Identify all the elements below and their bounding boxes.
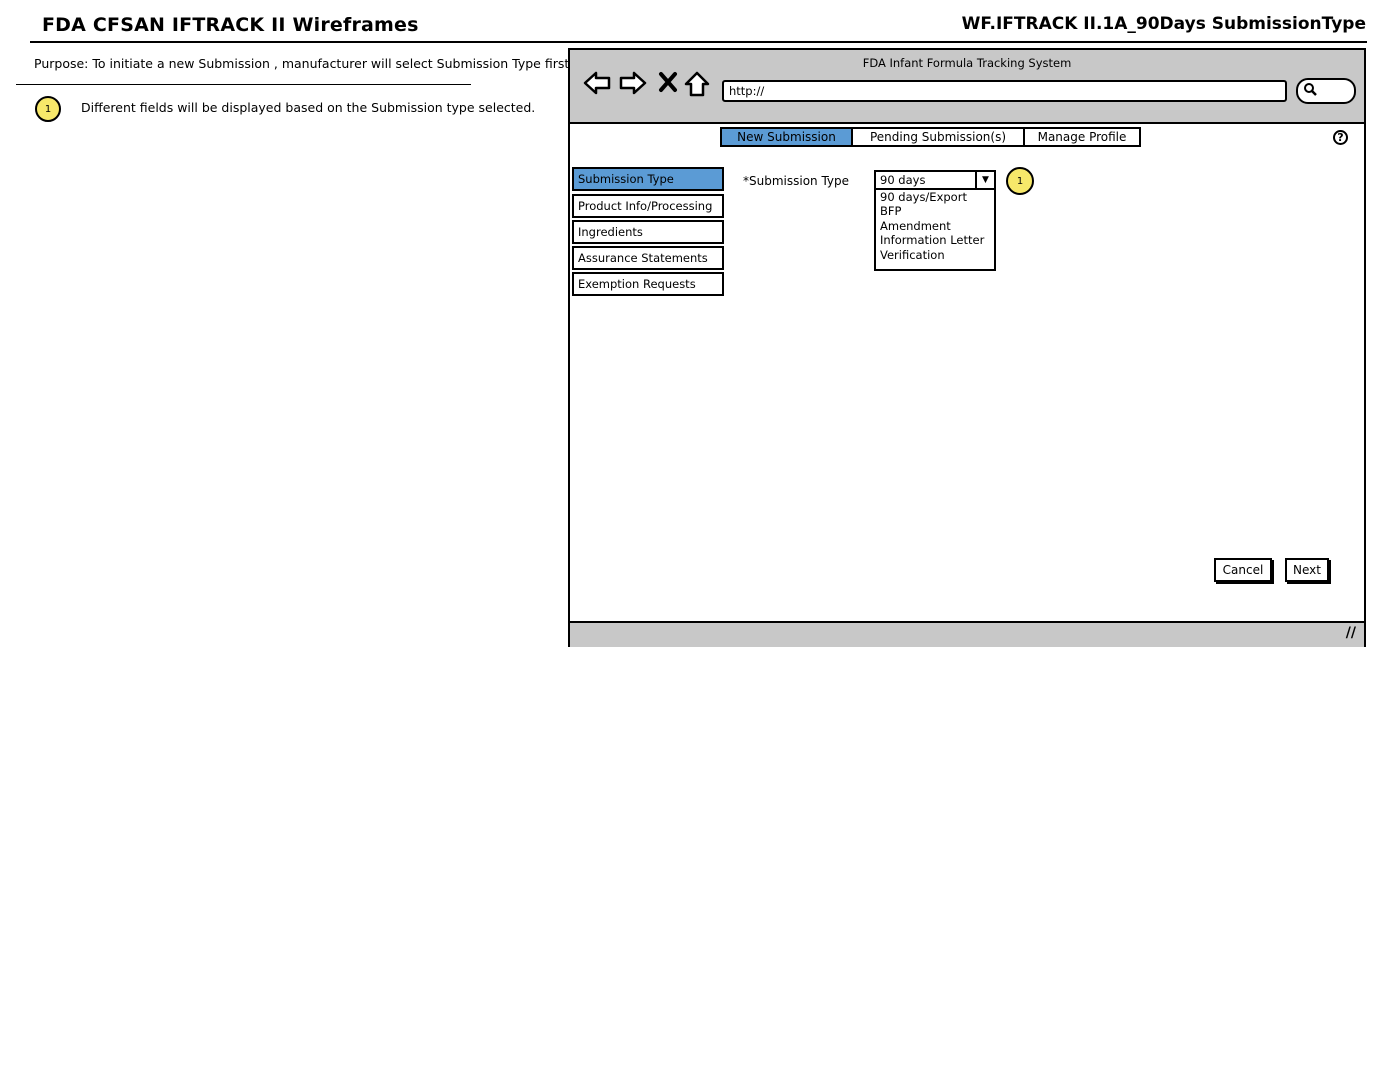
sidebar-item-product-info[interactable]: Product Info/Processing [572, 194, 724, 218]
search-icon [1303, 82, 1317, 99]
note-text: Different fields will be displayed based… [81, 100, 536, 115]
purpose-text: Purpose: To initiate a new Submission , … [34, 56, 570, 71]
selected-value: 90 days [880, 173, 926, 187]
browser-chrome: FDA Infant Formula Tracking System http:… [570, 50, 1364, 124]
document-id: WF.IFTRACK II.1A_90Days SubmissionType [961, 14, 1366, 34]
search-input[interactable] [1296, 78, 1356, 104]
option-90-days-export[interactable]: 90 days/Export [876, 190, 994, 204]
annotation-badge-icon: 1 [1006, 167, 1034, 195]
sidebar-item-exemption-requests[interactable]: Exemption Requests [572, 272, 724, 296]
status-bar: // [570, 621, 1364, 647]
sidebar-item-assurance-statements[interactable]: Assurance Statements [572, 246, 724, 270]
url-bar[interactable]: http:// [722, 80, 1287, 102]
option-bfp[interactable]: BFP [876, 204, 994, 218]
submission-type-label: *Submission Type [743, 174, 850, 188]
option-verification[interactable]: Verification [876, 248, 994, 262]
resize-grip-icon[interactable]: // [1346, 625, 1356, 641]
cancel-button[interactable]: Cancel [1214, 558, 1272, 582]
next-button[interactable]: Next [1285, 558, 1329, 582]
chevron-down-icon[interactable]: ▼ [975, 172, 994, 188]
submission-type-options: 90 days/Export BFP Amendment Information… [874, 190, 996, 271]
home-icon[interactable] [684, 71, 710, 103]
back-arrow-icon[interactable] [583, 71, 611, 101]
header-divider [30, 41, 1367, 43]
tab-pending-submissions[interactable]: Pending Submission(s) [851, 127, 1025, 147]
tab-new-submission[interactable]: New Submission [720, 127, 853, 147]
option-information-letter[interactable]: Information Letter [876, 233, 994, 247]
option-amendment[interactable]: Amendment [876, 219, 994, 233]
help-icon[interactable]: ? [1333, 130, 1348, 145]
window-title: FDA Infant Formula Tracking System [862, 56, 1072, 70]
purpose-divider [16, 84, 471, 85]
forward-arrow-icon[interactable] [619, 71, 647, 101]
close-x-icon[interactable] [658, 71, 678, 99]
sidebar-item-ingredients[interactable]: Ingredients [572, 220, 724, 244]
page-title: FDA CFSAN IFTRACK II Wireframes [42, 14, 419, 36]
submission-type-select[interactable]: 90 days ▼ [874, 170, 996, 190]
tab-manage-profile[interactable]: Manage Profile [1023, 127, 1141, 147]
sidebar-item-submission-type[interactable]: Submission Type [572, 167, 724, 191]
note-badge-icon: 1 [35, 96, 61, 122]
browser-window: FDA Infant Formula Tracking System http:… [568, 48, 1366, 647]
